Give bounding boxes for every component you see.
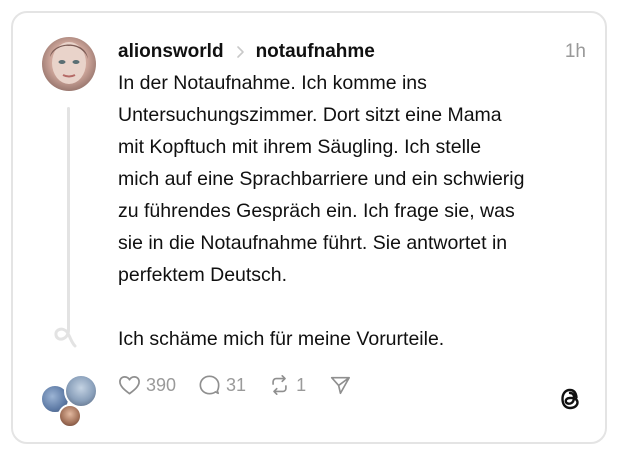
post-paragraph: Ich schäme mich für meine Vorurteile. [118,328,445,350]
repost-button[interactable]: 1 [268,374,306,396]
threads-logo-icon[interactable] [557,385,583,413]
replier-avatar[interactable] [64,374,98,408]
chevron-right-icon [236,46,244,58]
post-header: alionsworld notaufnahme 1h [118,40,586,64]
post-timestamp[interactable]: 1h [565,41,586,63]
send-icon [331,376,351,395]
replier-avatar[interactable] [58,404,82,428]
thread-line [67,107,70,325]
reply-count: 31 [226,374,247,395]
heart-icon [119,375,140,395]
topic-tag[interactable]: notaufnahme [256,41,375,63]
thread-curl [54,318,77,348]
like-button[interactable]: 390 [118,374,176,396]
comment-icon [199,375,220,395]
post-paragraph: In der Notaufnahme. Ich komme ins Unters… [118,72,525,286]
author-avatar[interactable] [42,37,96,91]
like-count: 390 [146,374,177,395]
post-body: In der Notaufnahme. Ich komme ins Unters… [118,67,593,355]
author-username[interactable]: alionsworld [118,41,224,63]
repost-count: 1 [296,374,307,395]
repost-icon [272,375,287,395]
action-bar: 390 31 1 [118,372,374,398]
reply-button[interactable]: 31 [198,374,246,396]
share-button[interactable] [328,374,352,396]
